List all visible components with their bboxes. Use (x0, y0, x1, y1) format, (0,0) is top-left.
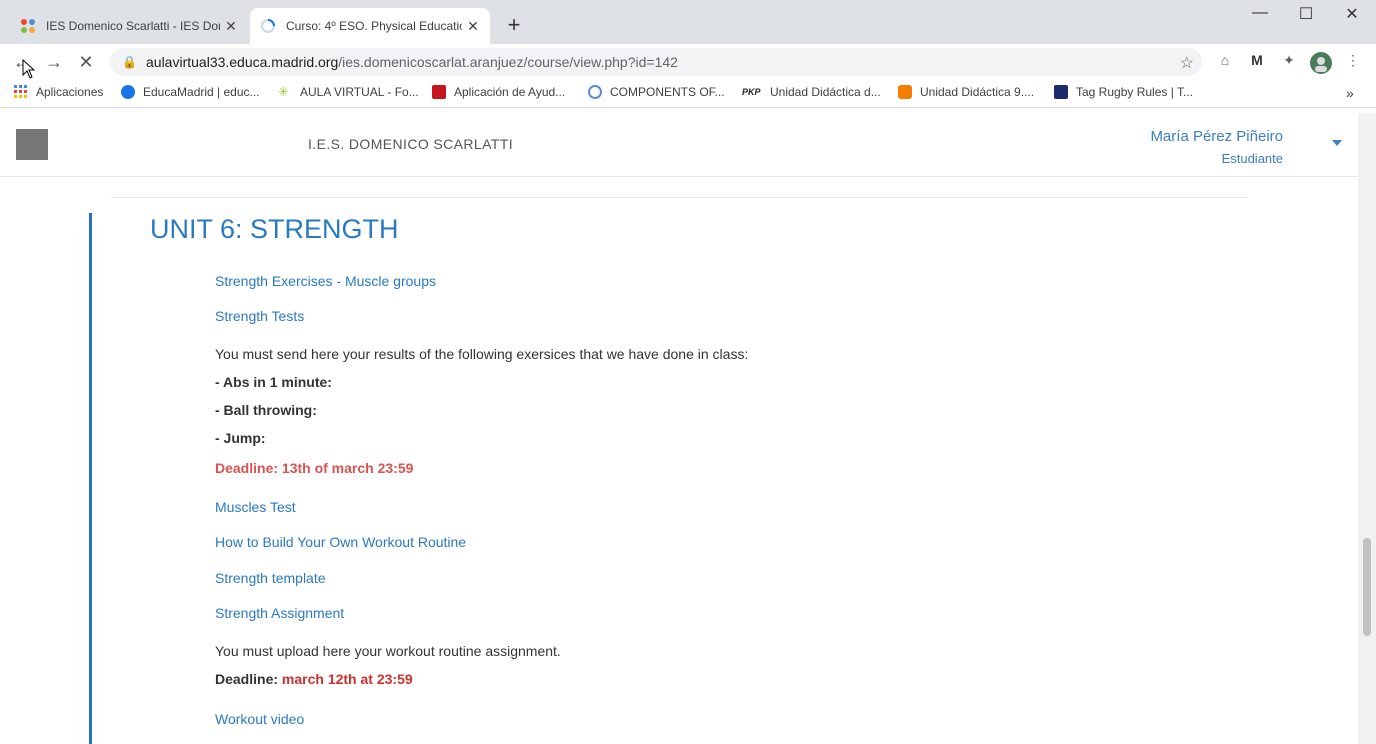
blogger-icon (898, 85, 912, 99)
exercise-abs: - Abs in 1 minute: (215, 374, 332, 390)
address-bar[interactable]: 🔒 aulavirtual33.educa.madrid.org/ies.dom… (110, 48, 1202, 76)
educamadrid-icon (121, 85, 135, 99)
activity-link-strength-exercises[interactable]: Strength Exercises - Muscle groups (215, 273, 436, 289)
bookmark-label: EducaMadrid | educ... (143, 85, 260, 99)
new-tab-button[interactable]: + (502, 12, 526, 38)
deadline-strength-tests: Deadline: 13th of march 23:59 (215, 460, 414, 476)
url-path: /ies.domenicoscarlat.aranjuez/course/vie… (338, 54, 678, 70)
deadline-value: march 12th at 23:59 (281, 671, 413, 687)
apps-grid-icon (14, 85, 28, 99)
assignment-description: You must upload here your workout routin… (215, 643, 561, 659)
activity-link-muscles-test[interactable]: Muscles Test (215, 499, 296, 515)
bookmark-unidad-didactica-9[interactable]: Unidad Didáctica 9.... (898, 85, 1034, 99)
activity-description: You must send here your results of the f… (215, 346, 749, 362)
forward-button[interactable]: → (42, 50, 66, 74)
section-divider (111, 197, 1248, 198)
activity-link-strength-tests[interactable]: Strength Tests (215, 308, 304, 324)
tab-ies-domenico[interactable]: IES Domenico Scarlatti - IES Dom ✕ (8, 8, 248, 44)
bookmark-label: Aplicaciones (36, 85, 104, 99)
user-menu-caret-icon[interactable] (1332, 140, 1342, 146)
user-role: Estudiante (1221, 151, 1283, 166)
deadline-assignment: Deadline: march 12th at 23:59 (215, 671, 413, 687)
tab-curso-physical-education[interactable]: Curso: 4º ESO. Physical Educatio ✕ (250, 8, 490, 44)
site-logo[interactable] (16, 129, 48, 160)
puzzle-extensions-icon[interactable]: ✦ (1278, 52, 1300, 72)
site-header: I.E.S. DOMENICO SCARLATTI María Pérez Pi… (0, 113, 1358, 177)
bookmark-educamadrid[interactable]: EducaMadrid | educ... (121, 85, 260, 99)
site-name[interactable]: I.E.S. DOMENICO SCARLATTI (308, 136, 513, 152)
bookmark-aplicaciones[interactable]: Aplicaciones (14, 85, 103, 99)
bookmark-label: Unidad Didáctica 9.... (920, 85, 1035, 99)
acrobat-extension-icon[interactable]: ⌂ (1214, 52, 1236, 72)
bookmark-star-icon[interactable]: ☆ (1180, 53, 1194, 73)
bookmark-label: Tag Rugby Rules | T... (1076, 85, 1193, 99)
tab-title: Curso: 4º ESO. Physical Educatio (286, 19, 462, 33)
section-left-border (89, 213, 92, 744)
close-window-button[interactable]: ✕ (1332, 4, 1372, 24)
browser-toolbar: ← → ✕ 🔒 aulavirtual33.educa.madrid.org/i… (0, 44, 1376, 80)
bookmark-label: AULA VIRTUAL - Fo... (300, 85, 419, 99)
movistar-extension-icon[interactable]: M (1246, 52, 1268, 72)
profile-avatar[interactable] (1310, 52, 1332, 74)
url-host: aulavirtual33.educa.madrid.org (146, 54, 339, 70)
activity-link-workout-video[interactable]: Workout video (215, 711, 304, 727)
bookmark-tag-rugby[interactable]: Tag Rugby Rules | T... (1054, 85, 1193, 99)
activity-link-workout-routine[interactable]: How to Build Your Own Workout Routine (215, 534, 466, 550)
browser-menu-icon[interactable]: ⋮ (1342, 52, 1364, 72)
minimize-button[interactable]: — (1240, 4, 1280, 22)
ayuda-icon (432, 85, 446, 99)
maximize-button[interactable]: ☐ (1286, 4, 1326, 24)
user-name[interactable]: María Pérez Piñeiro (1150, 128, 1283, 145)
lock-icon[interactable]: 🔒 (122, 55, 137, 69)
scrollbar-thumb[interactable] (1363, 538, 1371, 636)
bookmark-label: Aplicación de Ayud... (454, 85, 566, 99)
section-title: UNIT 6: STRENGTH (150, 214, 399, 244)
bookmark-components[interactable]: COMPONENTS OF... (588, 85, 725, 99)
stop-loading-button[interactable]: ✕ (74, 50, 98, 74)
aula-virtual-icon: ✳ (278, 84, 289, 99)
tab-title: IES Domenico Scarlatti - IES Dom (46, 19, 220, 33)
rugby-icon (1054, 85, 1068, 99)
joomla-icon (20, 18, 36, 34)
page-scrollbar[interactable] (1358, 113, 1376, 744)
bookmarks-bar: Aplicaciones EducaMadrid | educ... ✳ AUL… (0, 80, 1376, 108)
tab-close-icon[interactable]: ✕ (220, 18, 242, 35)
activity-link-strength-assignment[interactable]: Strength Assignment (215, 605, 344, 621)
bookmark-label: COMPONENTS OF... (610, 85, 725, 99)
bookmarks-overflow-button[interactable]: » (1346, 85, 1354, 101)
user-menu[interactable]: María Pérez Piñeiro Estudiante (1150, 128, 1283, 166)
tab-strip: IES Domenico Scarlatti - IES Dom ✕ Curso… (0, 0, 1376, 44)
bookmark-aplicacion-ayuda[interactable]: Aplicación de Ayud... (432, 85, 565, 99)
loading-spinner-icon (260, 18, 276, 34)
components-icon (588, 85, 602, 99)
pkp-icon: PKP (742, 87, 761, 97)
bookmark-unidad-didactica-d[interactable]: PKP Unidad Didáctica d... (742, 85, 881, 99)
activity-link-strength-template[interactable]: Strength template (215, 570, 326, 586)
exercise-jump: - Jump: (215, 430, 266, 446)
deadline-label: Deadline: (215, 671, 279, 687)
exercise-ball-throwing: - Ball throwing: (215, 402, 317, 418)
bookmark-aula-virtual[interactable]: ✳ AULA VIRTUAL - Fo... (278, 84, 419, 100)
bookmark-label: Unidad Didáctica d... (770, 85, 881, 99)
page-viewport: I.E.S. DOMENICO SCARLATTI María Pérez Pi… (0, 113, 1358, 744)
tab-close-icon[interactable]: ✕ (462, 18, 484, 35)
